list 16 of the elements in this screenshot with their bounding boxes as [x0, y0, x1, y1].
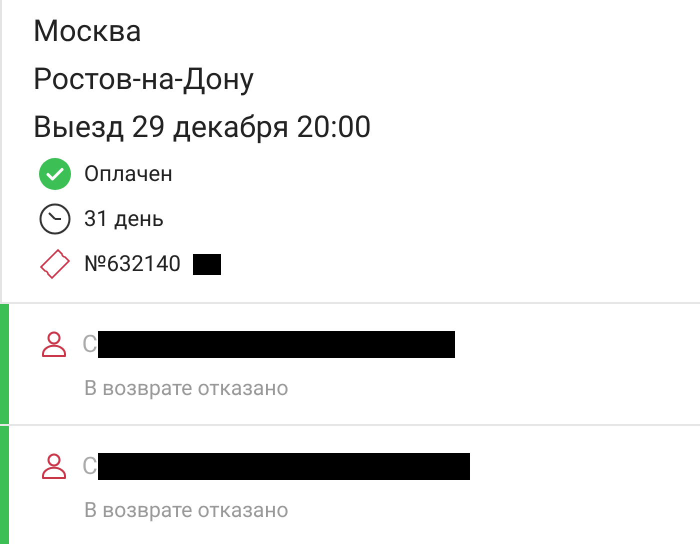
- refund-status: В возврате отказано: [83, 498, 290, 525]
- origin-city: Москва: [33, 13, 143, 51]
- detail-text: 31 день: [84, 206, 164, 234]
- person-icon: [40, 452, 68, 480]
- clock-icon: [38, 203, 72, 235]
- destination-city: Ростов-на-Дону: [33, 61, 255, 99]
- redaction-bar: [192, 254, 221, 274]
- refund-status: В возврате отказано: [83, 376, 290, 403]
- check-circle-icon: [38, 158, 72, 190]
- departure-time: Выезд 29 декабря 20:00: [33, 109, 372, 147]
- passenger-name: С: [82, 329, 98, 360]
- person-icon: [40, 330, 68, 358]
- ticket-icon: [38, 247, 72, 281]
- detail-text: №632140: [84, 250, 181, 278]
- passenger-name: С: [82, 451, 98, 482]
- detail-text: Оплачен: [84, 160, 173, 188]
